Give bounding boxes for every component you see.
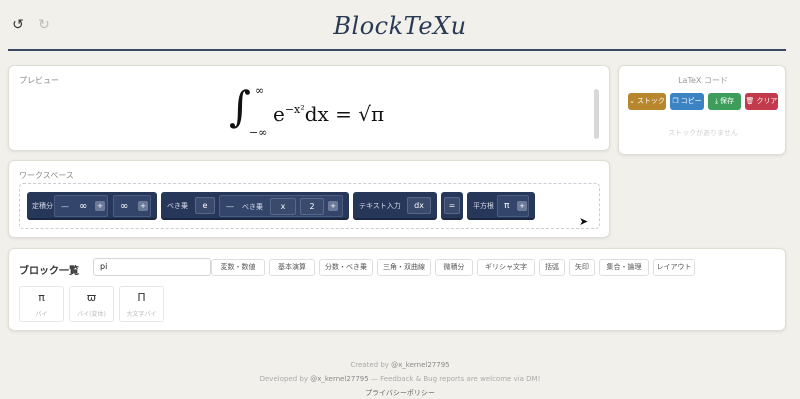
integral-block-label: 定積分 — [32, 202, 53, 210]
block-result-capital-pi[interactable]: Π 大文字パイ — [119, 286, 164, 322]
add-slot-button[interactable]: + — [328, 201, 338, 211]
workspace-label: ワークスペース — [19, 171, 74, 180]
clear-button-label: クリア — [756, 97, 778, 105]
minus-sign: — — [61, 202, 69, 211]
category-tab-brackets[interactable]: 括弧 — [539, 259, 565, 276]
footer-privacy-row: プライバシーポリシー — [0, 388, 800, 398]
text-input-label: テキスト入力 — [359, 202, 401, 210]
integral-block[interactable]: 定積分 — ∞ + ∞ + — [27, 192, 157, 220]
sqrt-slot-group[interactable]: π + — [497, 195, 529, 217]
nested-power-exponent-slot[interactable]: 2 — [300, 198, 324, 215]
nested-power-block[interactable]: — べき乗 x 2 + — [219, 195, 343, 217]
equals-block[interactable]: = — [441, 192, 463, 220]
footer-author-link[interactable]: @x_kernel27795 — [391, 361, 449, 369]
integral-lower-limit: −∞ — [249, 126, 268, 139]
nested-power-label: べき乗 — [242, 203, 263, 211]
footer-developed-prefix: Developed by — [259, 375, 311, 383]
result-symbol: π — [38, 291, 45, 304]
chevron-down-icon: ⌄ — [629, 97, 635, 105]
add-slot-button[interactable]: + — [138, 201, 148, 211]
add-slot-button[interactable]: + — [95, 201, 105, 211]
latex-panel: LaTeX コード ⌄ ストック ❐ コピー ⤓ 保存 🗑 クリア ストックがありません — [618, 65, 786, 155]
stock-empty-message: ストックがありません — [668, 129, 738, 137]
latex-panel-title: LaTeX コード — [678, 76, 728, 85]
integrand-rest: dx = √π — [304, 102, 385, 126]
stock-button-label: ストック — [636, 97, 665, 105]
category-tab-set-logic[interactable]: 集合・論理 — [599, 259, 649, 276]
text-input-slot[interactable]: dx — [407, 197, 431, 214]
copy-button-label: コピー — [680, 97, 702, 105]
category-tab-trig[interactable]: 三角・双曲線 — [377, 259, 431, 276]
result-label: パイ(変体) — [77, 311, 106, 318]
category-tab-variables[interactable]: 変数・数値 — [211, 259, 265, 276]
integrand-base: e — [273, 102, 285, 126]
integrand: e−x²dx = √π — [273, 102, 384, 126]
category-tab-layout[interactable]: レイアウト — [653, 259, 695, 276]
block-result-varpi[interactable]: ϖ パイ(変体) — [69, 286, 114, 322]
nested-power-base-slot[interactable]: x — [270, 198, 296, 215]
block-list-title: ブロック一覧 — [19, 266, 79, 277]
block-list-panel: ブロック一覧 pi 変数・数値 基本演算 分数・べき乗 三角・双曲線 微積分 ギ… — [8, 248, 786, 331]
footer-credit: Created by @x_kernel27795 — [0, 361, 800, 369]
power-base-slot[interactable]: e — [195, 197, 215, 214]
block-result-pi[interactable]: π パイ — [19, 286, 64, 322]
footer-created-prefix: Created by — [350, 361, 392, 369]
footer-developer-link[interactable]: @x_kernel27795 — [310, 375, 368, 383]
sqrt-block[interactable]: 平方根 π + — [467, 192, 535, 220]
result-label: 大文字パイ — [126, 311, 157, 318]
privacy-policy-link[interactable]: プライバシーポリシー — [365, 389, 435, 397]
text-input-block[interactable]: テキスト入力 dx — [353, 192, 437, 220]
header-divider — [8, 49, 786, 51]
category-tab-greek[interactable]: ギリシャ文字 — [477, 259, 535, 276]
integral-sign: ∫ — [229, 82, 251, 131]
trash-icon: 🗑 — [745, 97, 755, 105]
mouse-pointer-icon: ➤ — [579, 215, 589, 228]
sqrt-value: π — [504, 201, 510, 211]
footer-feedback-text: — Feedback & Bug reports are welcome via… — [368, 375, 541, 383]
equals-slot[interactable]: = — [444, 197, 460, 214]
category-tab-arrows[interactable]: 矢印 — [569, 259, 595, 276]
save-button[interactable]: ⤓ 保存 — [708, 93, 741, 110]
preview-label: プレビュー — [19, 76, 59, 85]
category-tab-basic-ops[interactable]: 基本演算 — [269, 259, 315, 276]
stock-button[interactable]: ⌄ ストック — [628, 93, 666, 110]
sqrt-block-label: 平方根 — [473, 202, 494, 210]
block-search-input[interactable]: pi — [93, 258, 211, 276]
integrand-exponent: −x² — [284, 103, 305, 116]
integral-lower-slot-group[interactable]: — ∞ + — [54, 195, 108, 217]
clear-button[interactable]: 🗑 クリア — [745, 93, 778, 110]
header: ↺ ↻ BlockTeXu — [0, 0, 800, 52]
copy-button[interactable]: ❐ コピー — [670, 93, 704, 110]
integral-upper-slot-group[interactable]: ∞ + — [113, 195, 151, 217]
power-block-label: べき乗 — [167, 202, 188, 210]
integral-upper-value: ∞ — [120, 201, 129, 212]
preview-panel: プレビュー ∫ ∞ −∞ e−x²dx = √π — [8, 65, 610, 151]
footer-developer: Developed by @x_kernel27795 — Feedback &… — [0, 375, 800, 383]
minus-sign: — — [226, 202, 234, 211]
result-symbol: Π — [137, 291, 146, 304]
preview-scrollbar[interactable] — [594, 89, 599, 139]
save-button-label: 保存 — [720, 97, 735, 105]
result-symbol: ϖ — [86, 291, 97, 304]
copy-icon: ❐ — [672, 97, 679, 105]
integral-lower-value: ∞ — [79, 201, 88, 212]
workspace-panel: ワークスペース 定積分 — ∞ + ∞ + べき乗 e — べき乗 x 2 + … — [8, 160, 610, 238]
app-title: BlockTeXu — [333, 12, 467, 40]
category-tab-fraction-power[interactable]: 分数・べき乗 — [319, 259, 373, 276]
category-tab-calculus[interactable]: 微積分 — [435, 259, 473, 276]
power-block[interactable]: べき乗 e — べき乗 x 2 + — [161, 192, 349, 220]
result-label: パイ — [35, 311, 48, 318]
download-icon: ⤓ — [714, 97, 719, 105]
add-slot-button[interactable]: + — [517, 201, 527, 211]
integral-upper-limit: ∞ — [255, 84, 265, 97]
